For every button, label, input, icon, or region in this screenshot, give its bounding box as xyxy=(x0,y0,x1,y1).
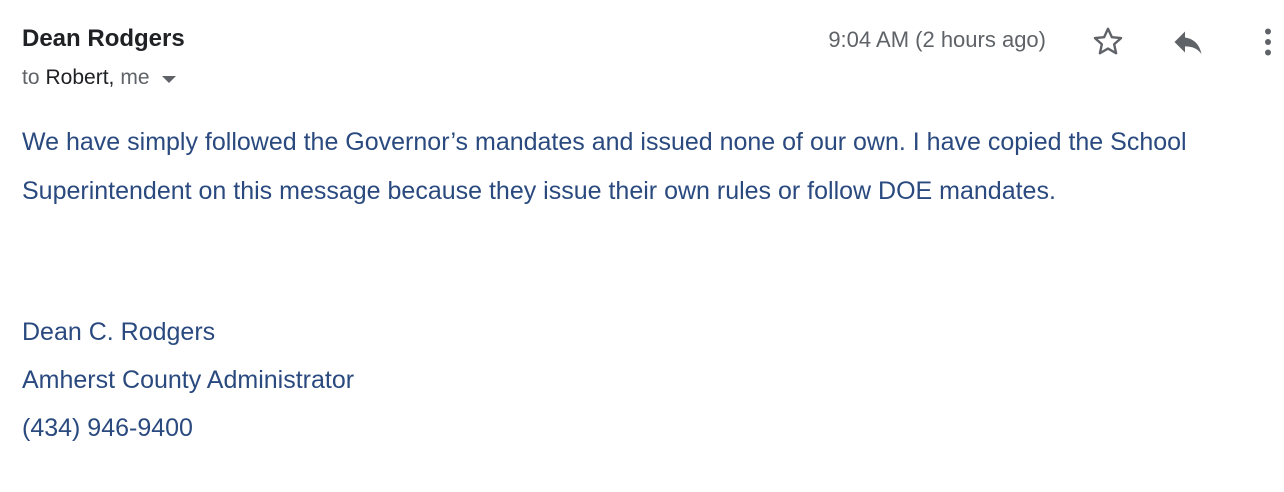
message-header: Dean Rodgers to Robert, me 9:04 AM (2 ho… xyxy=(0,0,1284,110)
star-icon xyxy=(1093,27,1123,55)
recipients-toggle[interactable]: to Robert, me xyxy=(22,66,176,90)
email-signature: Dean C. Rodgers Amherst County Administr… xyxy=(22,308,354,452)
caret-down-icon[interactable] xyxy=(161,75,176,83)
signature-phone[interactable]: (434) 946-9400 xyxy=(22,404,354,452)
more-options-button[interactable] xyxy=(1248,22,1284,62)
recipient-me: me xyxy=(120,66,150,89)
signature-title: Amherst County Administrator xyxy=(22,366,355,394)
sender-name[interactable]: Dean Rodgers xyxy=(22,25,185,53)
signature-name: Dean C. Rodgers xyxy=(22,318,216,346)
star-button[interactable] xyxy=(1088,22,1128,62)
reply-button[interactable] xyxy=(1168,22,1208,62)
recipient-name: Robert, xyxy=(45,66,115,89)
message-body: We have simply followed the Governor’s m… xyxy=(22,118,1262,216)
message-timestamp: 9:04 AM (2 hours ago) xyxy=(828,27,1046,52)
more-vertical-icon xyxy=(1265,28,1271,56)
message-paragraph: We have simply followed the Governor’s m… xyxy=(22,128,1187,205)
recipients-to-label: to xyxy=(22,66,40,89)
reply-icon xyxy=(1174,31,1202,54)
